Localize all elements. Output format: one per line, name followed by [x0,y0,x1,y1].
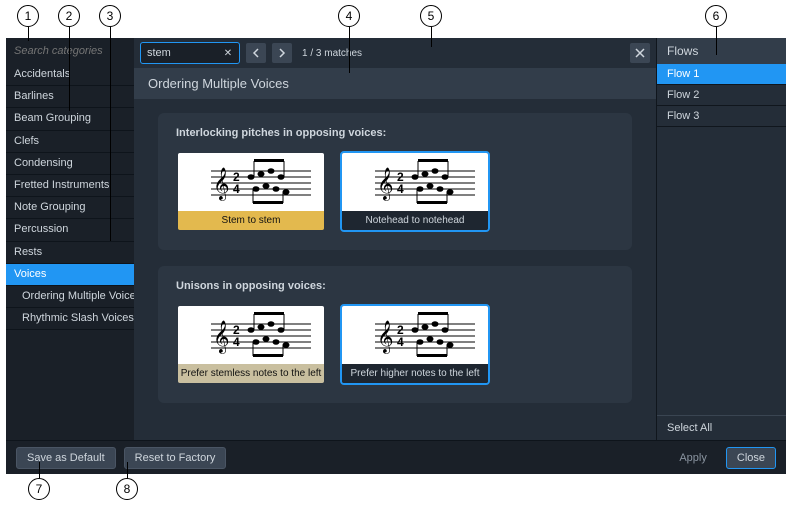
flow-item[interactable]: Flow 3 [657,106,786,127]
svg-text:𝄞: 𝄞 [213,168,230,201]
callout-7: 7 [28,478,50,500]
svg-text:4: 4 [233,182,240,196]
callout-2: 2 [58,5,80,27]
svg-text:𝄞: 𝄞 [377,168,394,201]
option-label: Stem to stem [178,211,324,230]
close-button[interactable]: Close [726,447,776,469]
category-subitem[interactable]: Ordering Multiple Voices [6,286,134,308]
svg-text:4: 4 [397,182,404,196]
prev-match-button[interactable] [246,43,266,63]
notation-preview: 𝄞24 [178,306,324,364]
category-item[interactable]: Accidentals [6,64,134,86]
apply-button[interactable]: Apply [668,447,718,469]
category-item[interactable]: Rests [6,242,134,264]
callout-5: 5 [420,5,442,27]
category-item[interactable]: Clefs [6,131,134,153]
app-window: AccidentalsBarlinesBeam GroupingClefsCon… [6,38,786,474]
category-item[interactable]: Fretted Instruments [6,175,134,197]
category-item[interactable]: Condensing [6,153,134,175]
close-search-button[interactable] [630,43,650,63]
callout-8: 8 [116,478,138,500]
callout-6: 6 [705,5,727,27]
search-input[interactable] [145,46,221,60]
flows-header: Flows [657,38,786,64]
option-label: Prefer stemless notes to the left [178,364,324,383]
svg-text:4: 4 [397,335,404,349]
category-item[interactable]: Voices [6,264,134,286]
next-match-button[interactable] [272,43,292,63]
save-as-default-button[interactable]: Save as Default [16,447,116,469]
svg-text:𝄞: 𝄞 [377,321,394,354]
main-panel: ✕ 1 / 3 matches Ordering Multiple Voices… [134,38,656,440]
search-input-wrapper: ✕ [140,42,240,64]
svg-text:𝄞: 𝄞 [213,321,230,354]
category-subitem[interactable]: Rhythmic Slash Voices [6,308,134,330]
category-sidebar: AccidentalsBarlinesBeam GroupingClefsCon… [6,38,134,440]
flows-panel: Flows Flow 1Flow 2Flow 3 Select All [656,38,786,440]
callout-1: 1 [17,5,39,27]
select-all-flows[interactable]: Select All [657,415,786,440]
category-item[interactable]: Percussion [6,219,134,241]
match-count: 1 / 3 matches [302,48,362,59]
search-bar: ✕ 1 / 3 matches [134,38,656,68]
option-group: Unisons in opposing voices:𝄞24Prefer ste… [158,266,632,403]
option-card[interactable]: 𝄞24Stem to stem [176,151,326,232]
notation-preview: 𝄞24 [342,153,488,211]
category-item[interactable]: Beam Grouping [6,108,134,130]
option-label: Notehead to notehead [342,211,488,230]
notation-preview: 𝄞24 [178,153,324,211]
flow-item[interactable]: Flow 2 [657,85,786,106]
option-card[interactable]: 𝄞24Prefer stemless notes to the left [176,304,326,385]
option-group: Interlocking pitches in opposing voices:… [158,113,632,250]
option-card[interactable]: 𝄞24Notehead to notehead [340,151,490,232]
option-group-title: Interlocking pitches in opposing voices: [176,127,614,139]
clear-search-icon[interactable]: ✕ [221,46,235,60]
category-item[interactable]: Barlines [6,86,134,108]
notation-preview: 𝄞24 [342,306,488,364]
footer: Save as Default Reset to Factory Apply C… [6,440,786,474]
flow-item[interactable]: Flow 1 [657,64,786,85]
search-categories-input[interactable] [8,40,132,62]
svg-text:4: 4 [233,335,240,349]
callout-3: 3 [99,5,121,27]
option-label: Prefer higher notes to the left [342,364,488,383]
option-card[interactable]: 𝄞24Prefer higher notes to the left [340,304,490,385]
category-item[interactable]: Note Grouping [6,197,134,219]
reset-to-factory-button[interactable]: Reset to Factory [124,447,227,469]
option-group-title: Unisons in opposing voices: [176,280,614,292]
options-content: Interlocking pitches in opposing voices:… [134,99,656,440]
callout-4: 4 [338,5,360,27]
section-header: Ordering Multiple Voices [134,68,656,99]
